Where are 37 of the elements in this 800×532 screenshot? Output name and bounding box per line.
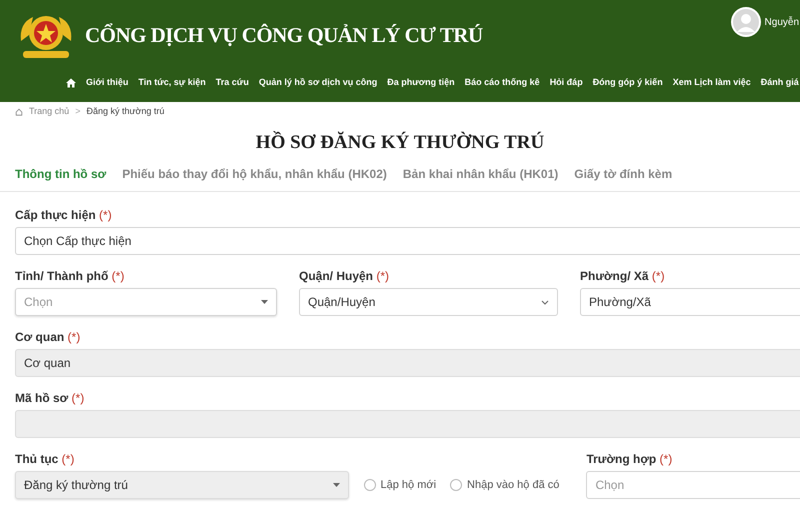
tab[interactable]: Thông tin hồ sơ: [15, 165, 106, 183]
field-label: Quận/ Huyện (*): [299, 269, 390, 283]
site-title: CỔNG DỊCH VỤ CÔNG QUẢN LÝ CƯ TRÚ: [85, 22, 483, 50]
home-icon: [15, 108, 23, 116]
caret-icon: [261, 300, 268, 304]
tab[interactable]: Giấy tờ đính kèm: [574, 165, 672, 183]
nav-link[interactable]: Xem Lịch làm việc: [672, 76, 751, 90]
breadcrumb-current: Đăng ký thường trú: [86, 104, 164, 118]
breadcrumb-separator: >: [75, 104, 80, 118]
select-field[interactable]: Quận/Huyện: [299, 288, 558, 316]
field-label: Thủ tục (*): [15, 452, 76, 466]
field-label: Phường/ Xã (*): [580, 269, 666, 283]
breadcrumb-link[interactable]: Trang chủ: [29, 104, 70, 118]
nav-link[interactable]: Báo cáo thống kê: [464, 76, 540, 90]
nav-link[interactable]: Quản lý hồ sơ dịch vụ công: [258, 76, 378, 90]
field-label: Mã hồ sơ (*): [15, 391, 86, 405]
tab[interactable]: Phiếu báo thay đổi hộ khẩu, nhân khẩu (HK02): [122, 165, 387, 183]
chevron-down-icon: [541, 300, 549, 304]
home-icon[interactable]: [66, 78, 76, 88]
field-label: Cơ quan (*): [15, 330, 82, 344]
caret-icon: [332, 483, 340, 487]
nav-link[interactable]: Đa phương tiện: [387, 76, 455, 90]
nav-link[interactable]: Đánh giá: [760, 76, 799, 90]
input-field[interactable]: Phường/Xã: [580, 288, 800, 316]
field-label: Trường hợp (*): [586, 452, 674, 466]
user-name[interactable]: Nguyễn: [764, 14, 800, 30]
field-label: Cấp thực hiện (*): [15, 208, 113, 222]
nav-link[interactable]: Tra cứu: [216, 76, 249, 90]
nav-link[interactable]: Tin tức, sự kiện: [138, 76, 206, 90]
nav-link[interactable]: Hỏi đáp: [550, 76, 583, 90]
page-title: HỒ SƠ ĐĂNG KÝ THƯỜNG TRÚ: [254, 130, 546, 155]
nav-link[interactable]: Đóng góp ý kiến: [592, 76, 663, 90]
input-field[interactable]: Chọn Cấp thực hiện: [15, 227, 800, 255]
avatar-icon[interactable]: [730, 7, 761, 37]
nav-link[interactable]: Giới thiệu: [86, 76, 128, 90]
tab[interactable]: Bản khai nhân khẩu (HK01): [402, 165, 558, 183]
field-label: Tỉnh/ Thành phố (*): [15, 269, 126, 283]
